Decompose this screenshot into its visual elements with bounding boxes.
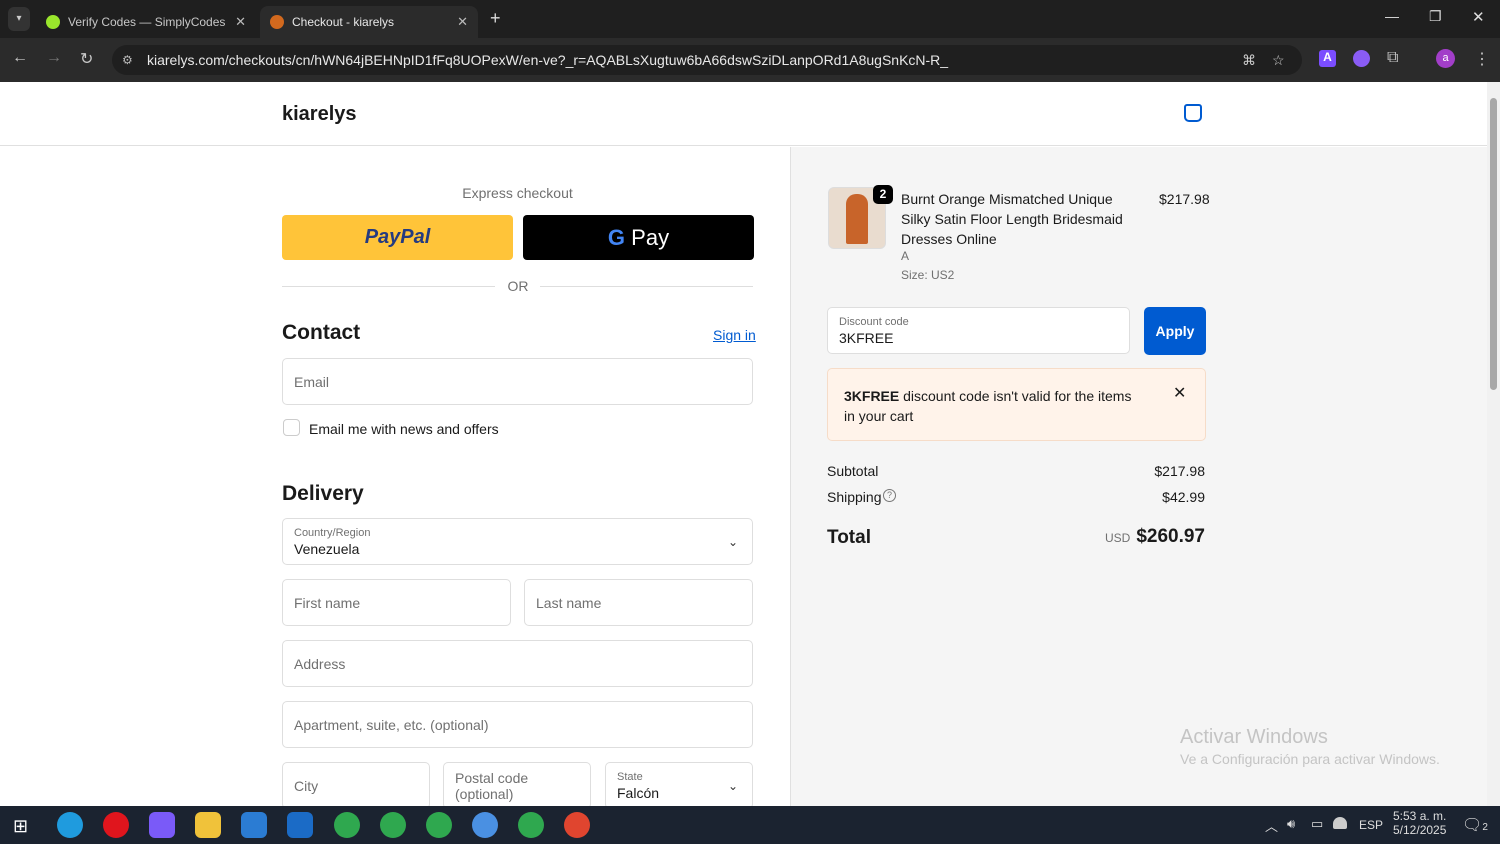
site-info-icon[interactable]: ⚙: [122, 53, 133, 67]
opera-icon[interactable]: [103, 812, 129, 838]
tab-simplycodes[interactable]: Verify Codes — SimplyCodes ✕: [36, 6, 256, 38]
kiarelys-icon: [270, 15, 284, 29]
notifications-icon[interactable]: 🗨︎2: [1462, 815, 1488, 835]
discount-error-banner: 3KFREE discount code isn't valid for the…: [827, 368, 1206, 441]
newsletter-checkbox[interactable]: [283, 419, 300, 436]
minimize-button[interactable]: —: [1385, 8, 1399, 24]
address-input[interactable]: Address: [282, 640, 753, 687]
product-price: $217.98: [1159, 191, 1210, 207]
back-icon[interactable]: ←: [12, 49, 28, 67]
product-name: Burnt Orange Mismatched Unique Silky Sat…: [901, 191, 1123, 247]
quantity-badge: 2: [873, 185, 893, 204]
scrollbar-thumb[interactable]: [1490, 98, 1497, 390]
store-icon[interactable]: [241, 812, 267, 838]
state-select[interactable]: State Falcón ⌄: [605, 762, 753, 806]
postal-code-input[interactable]: Postal code (optional): [443, 762, 591, 806]
close-tab-icon[interactable]: ✕: [235, 14, 246, 30]
restore-button[interactable]: ❐: [1429, 8, 1442, 25]
extension-icon[interactable]: [1353, 50, 1370, 67]
chrome-icon[interactable]: [426, 812, 452, 838]
onedrive-icon[interactable]: [1333, 817, 1347, 829]
chevron-down-icon: ⌄: [727, 778, 738, 793]
or-label: OR: [507, 278, 529, 294]
first-name-input[interactable]: First name: [282, 579, 511, 626]
outlook-icon[interactable]: [287, 812, 313, 838]
chrome-icon[interactable]: [472, 812, 498, 838]
tray-chevron-icon[interactable]: ︿: [1265, 816, 1278, 835]
address-bar[interactable]: ⚙ kiarelys.com/checkouts/cn/hWN64jBEHNpI…: [112, 45, 1302, 75]
total-value: USD $260.97: [1104, 526, 1205, 547]
cart-bag-icon[interactable]: [1184, 104, 1202, 122]
tab-bar: ▾ Verify Codes — SimplyCodes ✕ Checkout -…: [0, 0, 1500, 38]
new-tab-button[interactable]: +: [490, 8, 501, 29]
start-icon[interactable]: ⊞: [13, 816, 28, 837]
product-size: Size: US2: [901, 268, 955, 282]
shipping-label: Shipping: [827, 489, 882, 505]
forward-icon[interactable]: →: [46, 49, 62, 67]
apply-button[interactable]: Apply: [1144, 307, 1206, 355]
delivery-heading: Delivery: [282, 482, 364, 505]
language-indicator[interactable]: ESP: [1359, 818, 1383, 832]
order-summary: 2 Burnt Orange Mismatched Unique Silky S…: [790, 147, 1487, 806]
simplycodes-icon: [46, 15, 60, 29]
profile-avatar[interactable]: a: [1436, 49, 1455, 68]
file-explorer-icon[interactable]: [195, 812, 221, 838]
shipping-value: $42.99: [1162, 489, 1205, 505]
activation-watermark-title: Activar Windows: [1180, 726, 1328, 748]
email-input[interactable]: Email: [282, 358, 753, 405]
close-window-button[interactable]: ✕: [1472, 8, 1485, 26]
extension-a-icon[interactable]: A: [1319, 50, 1336, 67]
chrome-icon[interactable]: [380, 812, 406, 838]
last-name-input[interactable]: Last name: [524, 579, 753, 626]
google-g-icon: G: [607, 225, 632, 250]
chevron-down-icon: ⌄: [727, 534, 738, 549]
close-tab-icon[interactable]: ✕: [457, 14, 468, 30]
chrome-icon[interactable]: [518, 812, 544, 838]
discount-code-input[interactable]: Discount code 3KFREE: [827, 307, 1130, 354]
subtotal-label: Subtotal: [827, 463, 879, 479]
total-label: Total: [827, 527, 871, 548]
network-icon[interactable]: ▭: [1311, 816, 1323, 832]
contact-heading: Contact: [282, 321, 361, 344]
checkout-page: kiarelys Express checkout PayPal G Pay O…: [0, 82, 1487, 806]
sign-in-link[interactable]: Sign in: [713, 327, 756, 343]
divider: [540, 286, 753, 287]
store-logo[interactable]: kiarelys: [282, 103, 357, 126]
translate-icon[interactable]: ⌘: [1242, 52, 1256, 69]
chrome-icon[interactable]: [564, 812, 590, 838]
apartment-input[interactable]: Apartment, suite, etc. (optional): [282, 701, 753, 748]
tab-search-button[interactable]: ▾: [8, 7, 30, 31]
volume-icon[interactable]: 🔊︎: [1287, 816, 1295, 832]
tab-checkout[interactable]: Checkout - kiarelys ✕: [260, 6, 478, 38]
divider: [282, 286, 495, 287]
reload-icon[interactable]: ↻: [80, 49, 93, 69]
chrome-icon[interactable]: [334, 812, 360, 838]
google-pay-button[interactable]: G Pay: [523, 215, 754, 260]
menu-icon[interactable]: ⋮: [1474, 49, 1490, 69]
country-select[interactable]: Country/Region Venezuela ⌄: [282, 518, 753, 565]
express-checkout-label: Express checkout: [462, 185, 573, 201]
extensions-puzzle-icon[interactable]: ⧉: [1387, 49, 1398, 67]
copilot-icon[interactable]: [149, 812, 175, 838]
subtotal-value: $217.98: [1154, 463, 1205, 479]
edge-icon[interactable]: [57, 812, 83, 838]
newsletter-label: Email me with news and offers: [309, 421, 499, 437]
clock[interactable]: 5:53 a. m. 5/12/2025: [1393, 809, 1446, 837]
help-icon[interactable]: ?: [883, 489, 896, 502]
product-variant: A: [901, 249, 910, 263]
store-header: kiarelys: [0, 82, 1487, 146]
paypal-button[interactable]: PayPal: [282, 215, 513, 260]
close-icon[interactable]: ✕: [1173, 383, 1186, 403]
activation-watermark-subtitle: Ve a Configuración para activar Windows.: [1180, 751, 1440, 767]
bookmark-star-icon[interactable]: ☆: [1272, 52, 1285, 69]
city-input[interactable]: City: [282, 762, 430, 806]
page-scrollbar[interactable]: [1487, 82, 1500, 806]
